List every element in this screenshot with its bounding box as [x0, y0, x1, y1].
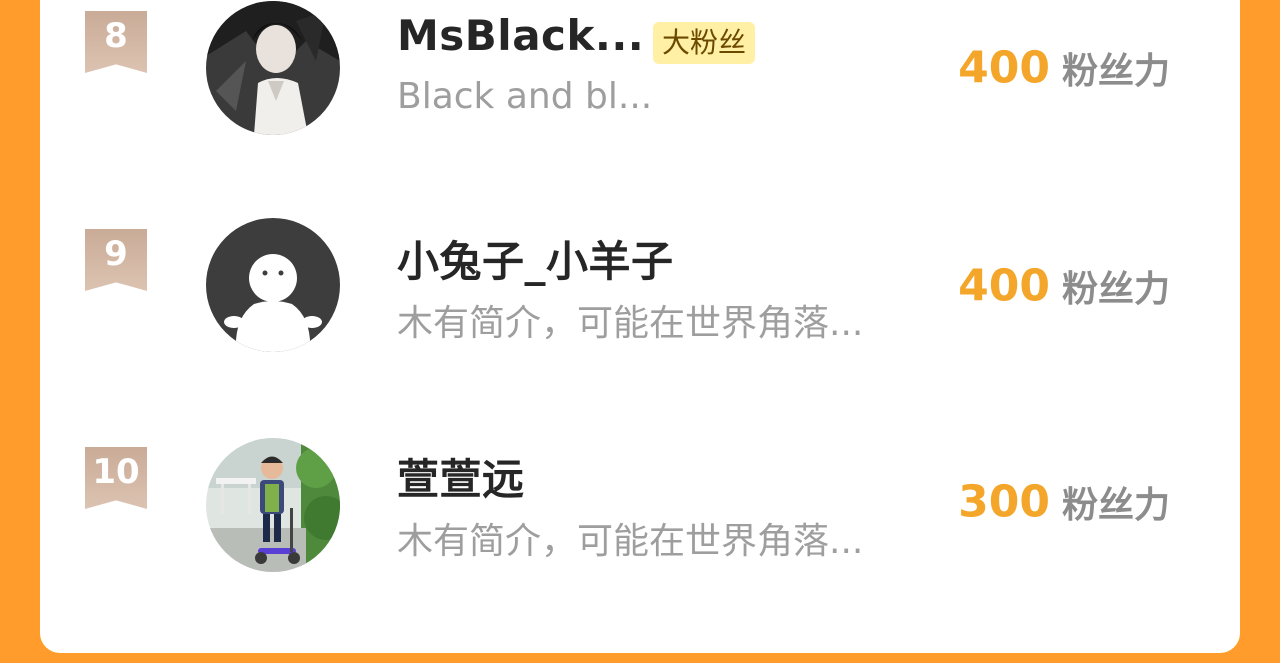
fan-ranking-card: 8 MsBlack... 大粉丝 Black and bl... 400 粉丝力 …: [40, 0, 1240, 653]
user-name[interactable]: 萱萱远: [397, 446, 525, 507]
big-fan-tag: 大粉丝: [653, 22, 756, 64]
default-user-avatar-icon: [206, 218, 340, 352]
score-value: 400: [958, 42, 1050, 94]
rank-badge: 8: [85, 11, 147, 73]
fan-power-score: 300 粉丝力: [958, 476, 1170, 528]
user-description: 木有简介，可能在世界角落...: [397, 303, 864, 344]
score-value: 300: [958, 476, 1050, 528]
user-name[interactable]: MsBlack...: [397, 11, 644, 60]
user-description: 木有简介，可能在世界角落...: [397, 521, 864, 562]
rank-badge: 10: [85, 447, 147, 509]
user-avatar[interactable]: [206, 218, 340, 352]
child-scooter-photo-avatar-icon: [206, 438, 340, 572]
score-unit: 粉丝力: [1061, 269, 1170, 310]
fan-power-score: 400 粉丝力: [958, 42, 1170, 94]
score-unit: 粉丝力: [1061, 485, 1170, 526]
user-description: Black and bl...: [397, 76, 653, 117]
ranking-row[interactable]: 9 小兔子_小羊子 木有简介，可能在世界角落... 400 粉丝力: [40, 218, 1240, 368]
ranking-row[interactable]: 10 萱萱远 木有简介，可能在世界角落... 300 粉丝力: [40, 436, 1240, 586]
rank-badge: 9: [85, 229, 147, 291]
score-unit: 粉丝力: [1061, 51, 1170, 92]
anime-boy-photo-avatar-icon: [206, 1, 340, 135]
score-value: 400: [958, 260, 1050, 312]
fan-power-score: 400 粉丝力: [958, 260, 1170, 312]
ranking-row[interactable]: 8 MsBlack... 大粉丝 Black and bl... 400 粉丝力: [40, 0, 1240, 150]
user-name[interactable]: 小兔子_小羊子: [397, 228, 674, 289]
user-avatar[interactable]: [206, 438, 340, 572]
user-avatar[interactable]: [206, 1, 340, 135]
